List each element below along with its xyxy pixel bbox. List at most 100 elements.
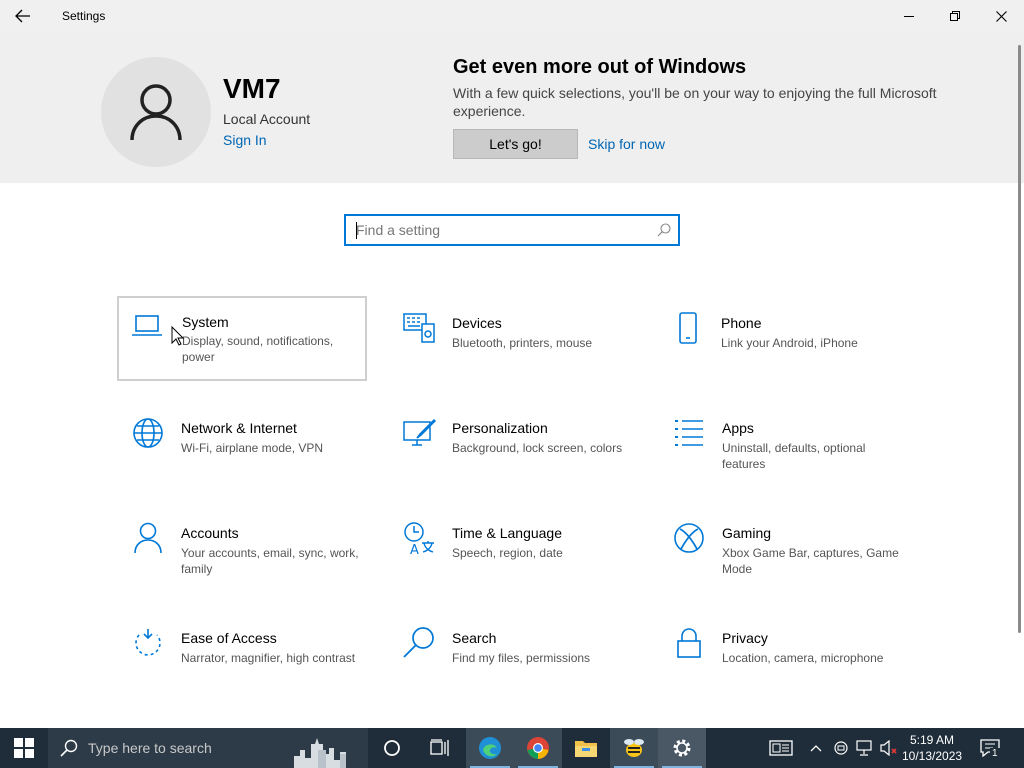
category-description: Xbox Game Bar, captures, Game Mode <box>722 546 899 576</box>
text-caret <box>356 222 357 239</box>
category-gaming[interactable]: Gaming Xbox Game Bar, captures, Game Mod… <box>659 508 909 593</box>
category-accounts[interactable]: Accounts Your accounts, email, sync, wor… <box>118 508 368 593</box>
account-banner: VM7 Local Account Sign In Get even more … <box>0 32 1024 183</box>
category-title: Accounts <box>181 525 239 541</box>
close-button[interactable] <box>978 0 1024 32</box>
cortana-circle-icon <box>384 740 400 756</box>
category-title: System <box>182 314 229 330</box>
sign-in-link[interactable]: Sign In <box>223 132 267 148</box>
taskbar-settings[interactable] <box>658 728 706 768</box>
category-title: Gaming <box>722 525 772 541</box>
category-ease-of-access[interactable]: Ease of Access Narrator, magnifier, high… <box>118 613 368 698</box>
category-title: Phone <box>721 315 762 331</box>
show-hidden-icons-button[interactable] <box>806 728 826 768</box>
laptop-icon <box>129 308 165 344</box>
category-network-internet[interactable]: Network & Internet Wi-Fi, airplane mode,… <box>118 403 368 488</box>
promo-title: Get even more out of Windows <box>453 56 747 78</box>
minimize-button[interactable] <box>886 0 932 32</box>
network-tray-button[interactable] <box>854 728 876 768</box>
category-title: Apps <box>722 420 754 436</box>
person-icon <box>130 520 166 556</box>
category-time-language[interactable]: A Time & Language Speech, region, date <box>389 508 639 593</box>
volume-tray-button[interactable] <box>878 728 900 768</box>
category-title: Devices <box>452 315 502 331</box>
category-description: Bluetooth, printers, mouse <box>452 336 593 350</box>
chevron-up-icon <box>810 745 822 752</box>
taskbar-clock[interactable]: 5:19 AM 10/13/2023 <box>902 732 962 764</box>
task-view-icon <box>430 739 449 756</box>
category-title: Personalization <box>452 420 548 436</box>
gear-icon <box>673 739 691 757</box>
news-widget-button[interactable] <box>764 728 798 768</box>
category-title: Privacy <box>722 630 768 646</box>
window-title: Settings <box>62 9 106 23</box>
category-description: Link your Android, iPhone <box>721 336 858 350</box>
action-center-button[interactable]: 1 <box>972 728 1008 768</box>
category-title: Ease of Access <box>181 630 277 646</box>
time-language-icon: A <box>401 520 437 556</box>
category-description: Find my files, permissions <box>452 651 591 665</box>
avatar[interactable] <box>101 57 211 167</box>
lock-icon <box>671 625 707 661</box>
apps-list-icon <box>671 415 707 451</box>
globe-icon <box>130 415 166 451</box>
folder-icon <box>575 741 597 757</box>
category-title: Search <box>452 630 497 646</box>
user-name: VM7 <box>223 73 281 104</box>
scrollbar[interactable] <box>1018 45 1021 633</box>
task-view-button[interactable] <box>416 728 464 768</box>
category-description: Wi-Fi, airplane mode, VPN <box>181 441 324 455</box>
category-apps[interactable]: Apps Uninstall, defaults, optional featu… <box>659 403 909 488</box>
category-devices[interactable]: Devices Bluetooth, printers, mouse <box>389 298 639 383</box>
tray-app-icon <box>834 741 848 755</box>
taskbar-edge[interactable] <box>466 728 514 768</box>
bee-app-icon <box>624 739 644 757</box>
phone-icon <box>670 310 706 346</box>
category-phone[interactable]: Phone Link your Android, iPhone <box>658 298 908 383</box>
promo-text: With a few quick selections, you'll be o… <box>453 85 937 119</box>
taskbar-chrome[interactable] <box>514 728 562 768</box>
tray-app-button[interactable] <box>830 728 852 768</box>
category-system[interactable]: System Display, sound, notifications, po… <box>117 296 367 381</box>
category-description: Narrator, magnifier, high contrast <box>181 651 356 665</box>
category-title: Time & Language <box>452 525 562 541</box>
skip-for-now-link[interactable]: Skip for now <box>588 136 665 152</box>
category-personalization[interactable]: Personalization Background, lock screen,… <box>389 403 639 488</box>
title-bar: Settings <box>0 0 1024 32</box>
taskbar-bee-app[interactable] <box>610 728 658 768</box>
restore-icon <box>950 11 960 21</box>
mouse-pointer-icon <box>171 326 185 346</box>
restore-button[interactable] <box>932 0 978 32</box>
minimize-icon <box>904 16 914 17</box>
close-icon <box>995 10 1007 22</box>
network-icon <box>856 740 872 756</box>
search-magnifier-icon[interactable] <box>657 223 671 237</box>
edge-browser-icon <box>479 737 501 759</box>
account-type: Local Account <box>223 111 311 127</box>
category-search[interactable]: Search Find my files, permissions <box>389 613 639 698</box>
ease-of-access-icon <box>130 625 166 661</box>
news-icon <box>769 740 793 756</box>
category-description: Location, camera, microphone <box>722 651 884 665</box>
cortana-button[interactable] <box>368 728 416 768</box>
devices-icon <box>401 310 437 346</box>
category-title: Network & Internet <box>181 420 297 436</box>
xbox-icon <box>671 520 707 556</box>
chrome-browser-icon <box>527 737 549 759</box>
taskbar-file-explorer[interactable] <box>562 728 610 768</box>
settings-search-box[interactable] <box>344 214 680 246</box>
windows-logo-icon <box>14 738 34 758</box>
search-input[interactable] <box>356 221 646 239</box>
lets-go-button[interactable]: Let's go! <box>453 129 578 159</box>
category-description: Uninstall, defaults, optional features <box>722 441 866 471</box>
category-privacy[interactable]: Privacy Location, camera, microphone <box>659 613 909 698</box>
search-icon <box>401 625 437 661</box>
back-button[interactable] <box>0 0 46 32</box>
back-arrow-icon <box>15 9 30 23</box>
category-description: Background, lock screen, colors <box>452 441 623 455</box>
taskbar-search-icon <box>60 739 78 757</box>
category-description: Display, sound, notifications, power <box>182 334 334 364</box>
start-button[interactable] <box>0 728 48 768</box>
search-highlight-city-icon <box>290 730 368 768</box>
volume-muted-icon <box>880 740 897 756</box>
